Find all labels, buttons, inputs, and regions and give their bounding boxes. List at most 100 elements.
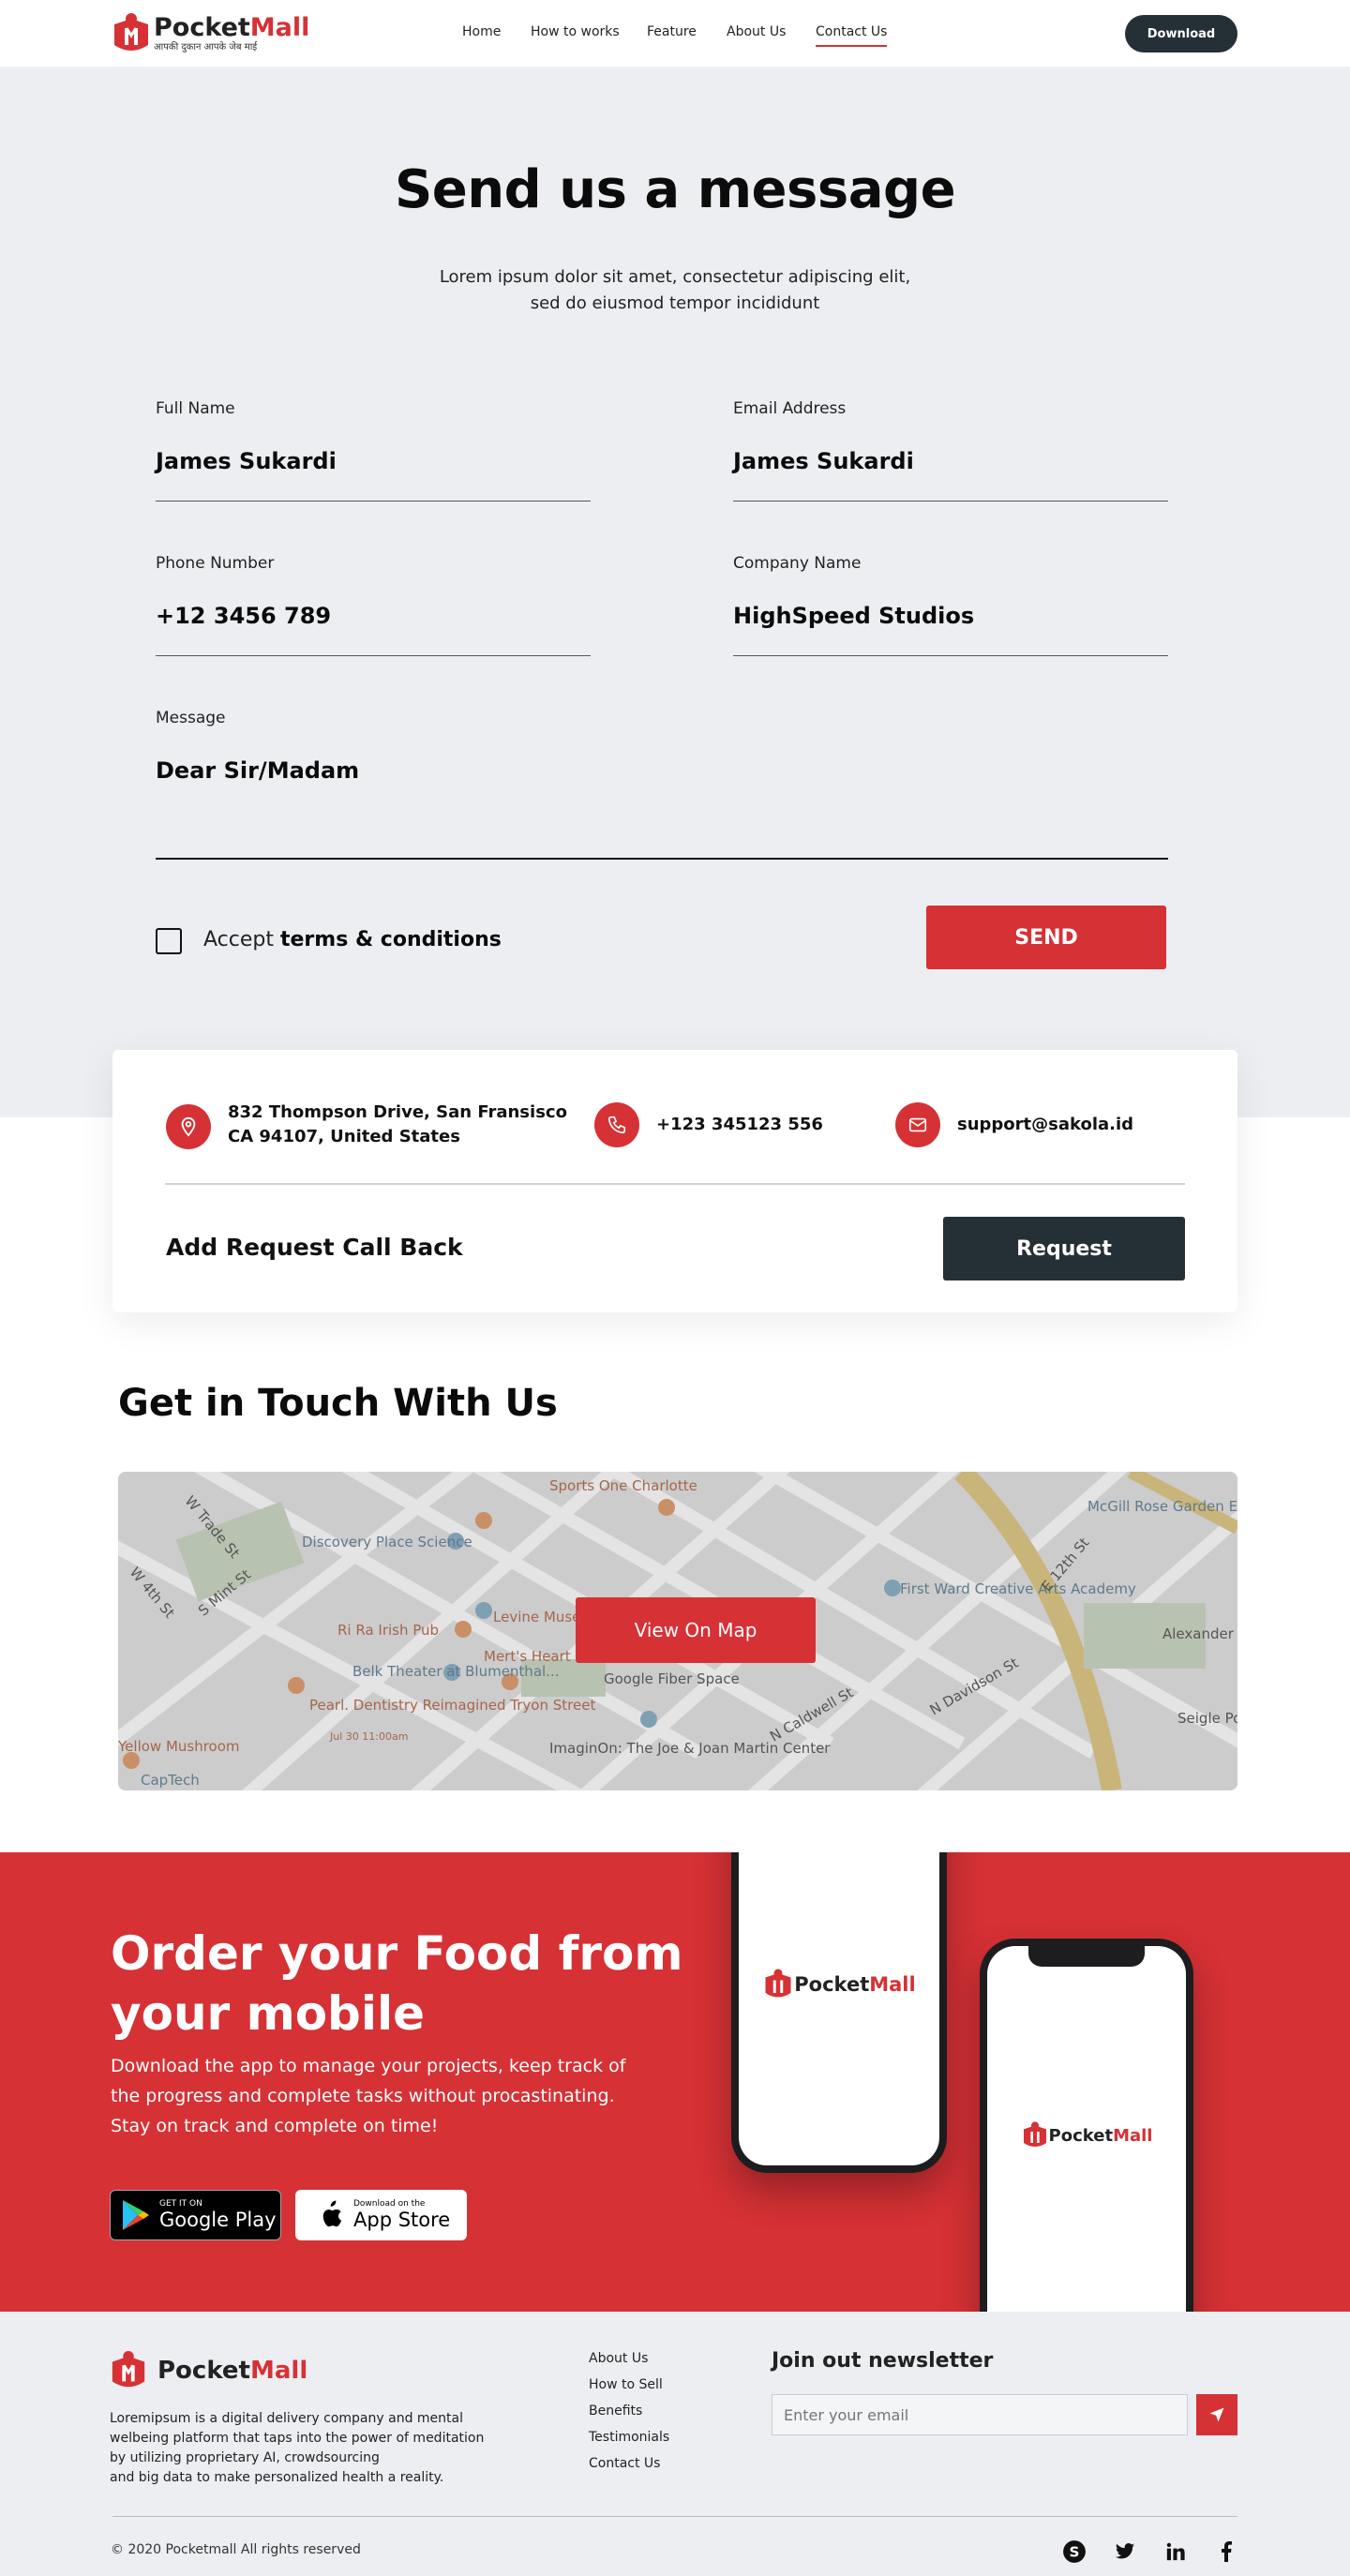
footer-desc-line: welbeing platform that taps into the pow… [110,2431,485,2446]
contact-title: Send us a message [394,159,956,220]
phone-screen: PocketMall [739,1852,939,2165]
full-name-underline [156,501,591,502]
google-play-button[interactable]: GET IT ON Google Play [110,2190,281,2240]
svg-text:S: S [1070,2543,1080,2560]
company-input[interactable]: HighSpeed Studios [733,603,974,629]
company-label: Company Name [733,554,862,573]
site-footer: PocketMall Loremipsum is a digital deliv… [0,2312,1350,2576]
phone-icon [594,1102,639,1147]
app-title-line: Order your Food from [111,1926,683,1981]
terms-checkbox[interactable] [156,928,182,954]
app-promo-title: Order your Food from your mobile [111,1924,692,2044]
map-label: McGill Rose Garden Events [1088,1498,1238,1515]
footer-divider [112,2516,1238,2517]
app-promo-description: Download the app to manage your projects… [111,2051,636,2141]
app-title-line: your mobile [111,1986,426,2041]
nav-contact-us[interactable]: Contact Us [816,24,888,47]
nav-how-to-works[interactable]: How to works [531,24,620,39]
google-play-small: GET IT ON [159,2199,202,2209]
get-in-touch-title: Get in Touch With Us [118,1382,558,1425]
pocketmall-logo-icon [114,13,148,51]
map-label: ImaginOn: The Joe & Joan Martin Center [549,1740,831,1757]
footer-description: Loremipsum is a digital delivery company… [110,2409,503,2488]
message-underline [156,858,1168,860]
app-store-small: Download on the [353,2199,426,2209]
phone-notch [1028,1946,1145,1967]
nav-home[interactable]: Home [462,24,501,39]
terms-label[interactable]: Accept terms & conditions [203,928,502,951]
map-label: Alexander Street Park [1162,1625,1238,1642]
request-button[interactable]: Request [943,1217,1185,1281]
footer-link-about-us[interactable]: About Us [589,2351,648,2366]
header-logo[interactable]: PocketMall आपकी दुकान आपके जेब माई [111,11,309,56]
phone-logo: PocketMall [762,1968,916,2001]
email-input[interactable]: James Sukardi [733,448,914,474]
newsletter-email-input[interactable] [772,2394,1188,2435]
footer-logo[interactable]: PocketMall [109,2349,308,2392]
map-label: First Ward Creative Arts Academy [900,1580,1136,1597]
phone-mockup: PocketMall [731,1852,947,2173]
pocketmall-logo-icon [112,2351,145,2388]
phone-number-text[interactable]: +123 345123 556 [656,1113,823,1137]
footer-link-how-to-sell[interactable]: How to Sell [589,2377,663,2392]
map-label: Pearl. Dentistry Reimagined Tryon Street [309,1697,596,1714]
address-text: 832 Thompson Drive, San Fransisco CA 941… [228,1101,567,1149]
map-label: CapTech [141,1772,200,1789]
terms-link[interactable]: terms & conditions [280,928,502,951]
map-label: Discovery Place Science [302,1534,472,1550]
twitter-icon[interactable] [1112,2539,1138,2565]
message-textarea[interactable]: Dear Sir/Madam [156,757,359,784]
logo-wordmark: PocketMall [154,13,310,42]
app-store-big: App Store [353,2209,451,2231]
contact-subtitle-line: sed do eiusmod tempor incididunt [530,293,820,313]
map-label: Google Fiber Space [604,1670,740,1687]
map-label: Jul 30 11:00am [330,1730,409,1743]
app-desc-line: Stay on track and complete on time! [111,2116,439,2136]
linkedin-icon[interactable] [1162,2539,1189,2565]
footer-link-benefits[interactable]: Benefits [589,2404,642,2419]
contact-subtitle: Lorem ipsum dolor sit amet, consectetur … [394,264,956,317]
app-store-button[interactable]: Download on the App Store [295,2190,467,2240]
location-pin-icon [166,1104,211,1149]
footer-link-testimonials[interactable]: Testimonials [589,2430,669,2445]
nav-feature[interactable]: Feature [647,24,697,39]
message-label: Message [156,709,226,727]
phone-input[interactable]: +12 3456 789 [156,603,331,629]
app-promo-section: Order your Food from your mobile Downloa… [0,1852,1350,2312]
email-text[interactable]: support@sakola.id [957,1113,1133,1137]
full-name-input[interactable]: James Sukardi [156,448,337,474]
email-underline [733,501,1168,502]
phone-mockup: PocketMall [980,1939,1193,2312]
send-button[interactable]: SEND [926,906,1166,969]
map-label: Ri Ra Irish Pub [338,1622,440,1639]
view-on-map-button[interactable]: View On Map [576,1597,816,1663]
google-play-big: Google Play [159,2209,277,2231]
logo-tagline: आपकी दुकान आपके जेब माई [154,42,258,52]
pocketmall-logo-icon [765,1969,791,1998]
download-button[interactable]: Download [1125,15,1238,52]
footer-desc-line: Loremipsum is a digital delivery company… [110,2411,463,2426]
newsletter-submit-button[interactable] [1196,2394,1238,2435]
apple-icon [322,2200,342,2227]
app-desc-line: the progress and complete tasks without … [111,2086,615,2106]
nav-about-us[interactable]: About Us [727,24,786,39]
site-header: PocketMall आपकी दुकान आपके जेब माई Home … [0,0,1350,67]
app-desc-line: Download the app to manage your projects… [111,2056,626,2076]
phone-screen: PocketMall [987,1946,1186,2312]
contact-subtitle-line: Lorem ipsum dolor sit amet, consectetur … [439,267,911,287]
info-divider [165,1183,1185,1185]
map-label: Sports One Charlotte [549,1477,698,1494]
address-line: CA 94107, United States [228,1127,460,1146]
phone-underline [156,655,591,656]
contact-info-card: 832 Thompson Drive, San Fransisco CA 941… [112,1050,1238,1312]
callback-label: Add Request Call Back [166,1234,463,1261]
send-plane-icon [1209,2407,1224,2422]
mail-icon [895,1102,940,1147]
full-name-label: Full Name [156,399,235,418]
phone-logo: PocketMall [1021,2120,1152,2150]
copyright-text: © 2020 Pocketmall All rights reserved [111,2542,361,2557]
footer-link-contact-us[interactable]: Contact Us [589,2456,660,2471]
skype-icon[interactable]: S [1061,2539,1088,2565]
map-label: Yellow Mushroom [118,1738,240,1755]
facebook-icon[interactable] [1213,2539,1239,2565]
